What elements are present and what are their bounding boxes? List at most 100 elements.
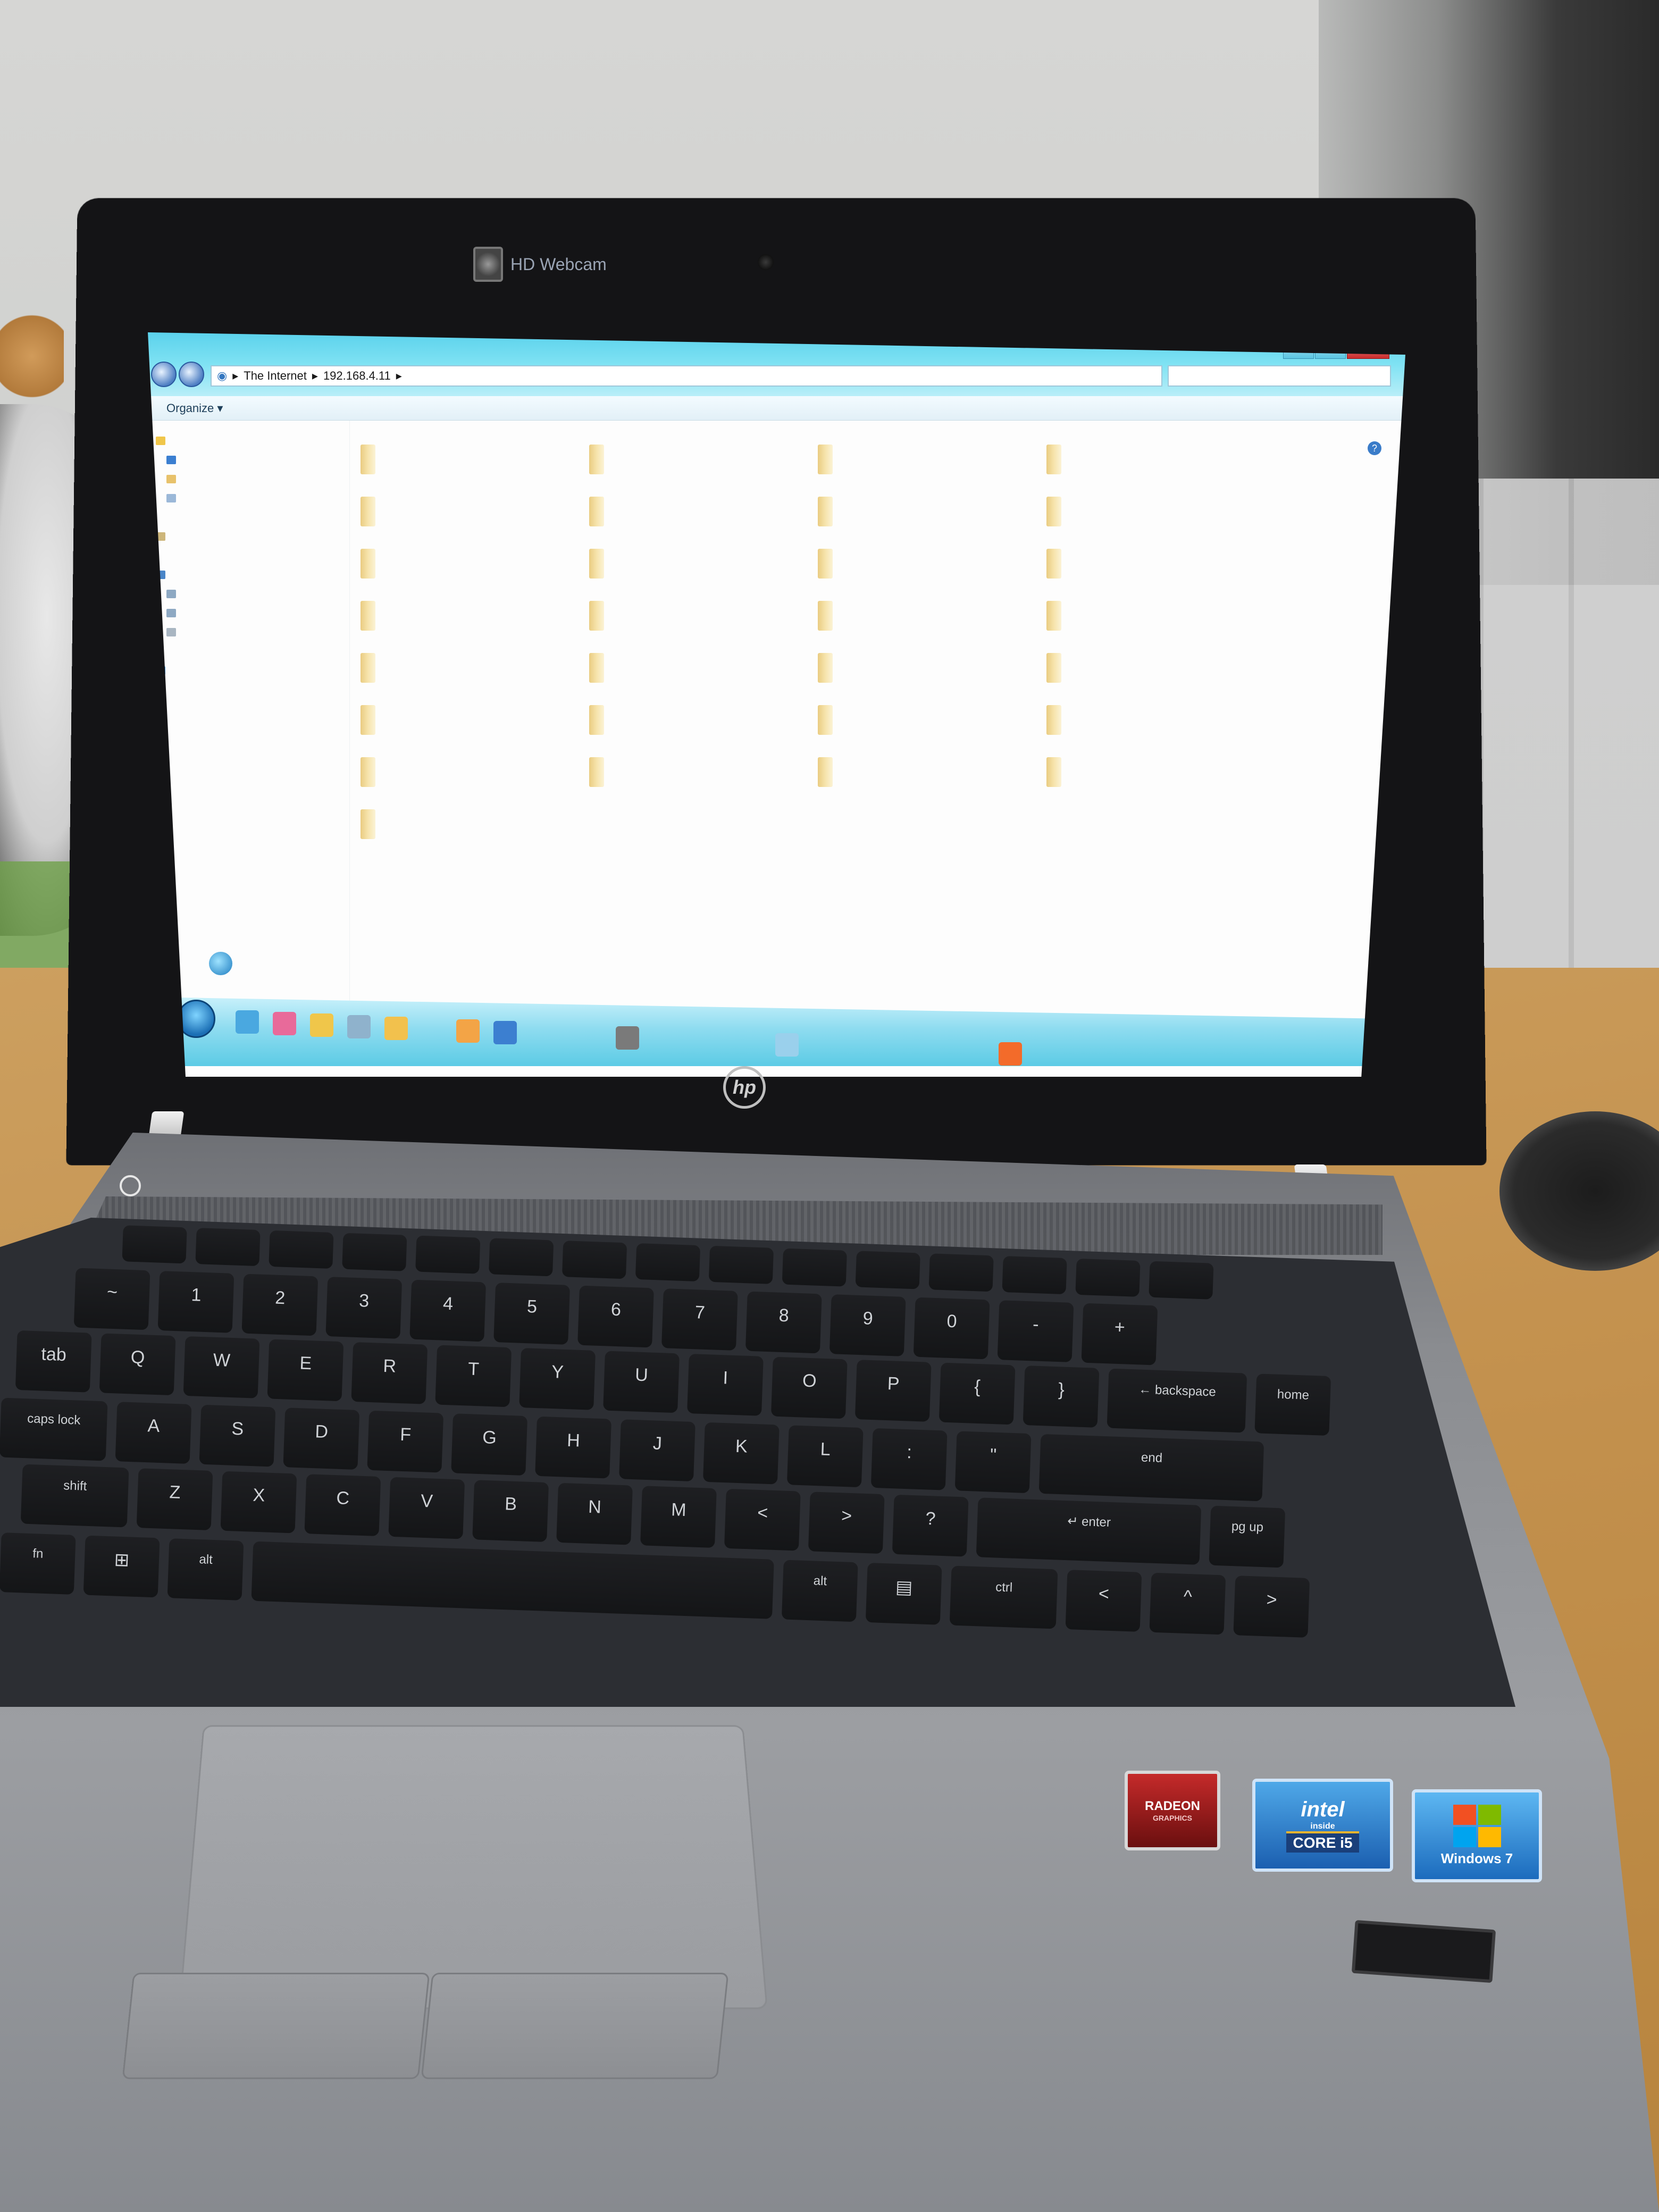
key[interactable]: H xyxy=(535,1416,611,1479)
folder-item[interactable] xyxy=(1046,642,1270,694)
key[interactable]: U xyxy=(603,1351,680,1413)
folder-item[interactable] xyxy=(818,694,1041,746)
arrow-up-key[interactable]: ^ xyxy=(1149,1572,1226,1635)
key[interactable] xyxy=(1149,1261,1214,1300)
key[interactable] xyxy=(415,1235,481,1274)
key[interactable] xyxy=(122,1225,187,1264)
key[interactable]: ? xyxy=(892,1494,969,1557)
key[interactable]: X xyxy=(220,1471,297,1534)
key[interactable]: Y xyxy=(519,1347,596,1410)
key[interactable]: G xyxy=(451,1413,528,1476)
tab-key[interactable]: tab xyxy=(15,1330,92,1393)
key[interactable]: S xyxy=(199,1404,276,1467)
home-key[interactable]: home xyxy=(1254,1373,1331,1436)
folder-item[interactable] xyxy=(589,642,812,694)
key[interactable] xyxy=(708,1245,774,1284)
key[interactable] xyxy=(635,1243,701,1282)
folder-item[interactable] xyxy=(1046,433,1270,485)
folder-item[interactable] xyxy=(361,746,584,798)
folder-item[interactable] xyxy=(818,590,1041,642)
folder-item[interactable] xyxy=(589,485,812,538)
address-segment-internet[interactable]: The Internet xyxy=(244,369,307,383)
key[interactable]: E xyxy=(267,1339,344,1402)
key[interactable]: " xyxy=(954,1431,1032,1494)
folder-item[interactable] xyxy=(361,642,584,694)
key[interactable]: N xyxy=(556,1482,633,1545)
folder-item[interactable] xyxy=(589,590,812,642)
key[interactable]: 5 xyxy=(493,1283,571,1345)
key[interactable]: : xyxy=(870,1428,948,1490)
key[interactable]: 0 xyxy=(913,1297,990,1360)
key[interactable] xyxy=(1075,1258,1141,1297)
key[interactable] xyxy=(1002,1256,1067,1295)
folder-item[interactable] xyxy=(589,746,812,798)
key[interactable]: } xyxy=(1023,1365,1100,1428)
key[interactable]: P xyxy=(854,1360,932,1422)
key[interactable]: F xyxy=(367,1410,444,1473)
key[interactable]: - xyxy=(997,1300,1074,1362)
taskbar-app-icon[interactable] xyxy=(384,1017,408,1040)
taskbar-app-icon[interactable] xyxy=(616,1026,639,1050)
key[interactable] xyxy=(489,1238,554,1277)
touchpad[interactable] xyxy=(179,1725,768,2009)
touchpad-right-button[interactable] xyxy=(421,1973,729,2079)
key[interactable]: J xyxy=(619,1419,696,1482)
key[interactable]: B xyxy=(472,1480,549,1543)
key[interactable]: 4 xyxy=(409,1279,487,1342)
key[interactable]: + xyxy=(1081,1303,1158,1365)
folder-item[interactable] xyxy=(361,694,584,746)
key[interactable]: Q xyxy=(99,1333,176,1396)
folder-item[interactable] xyxy=(1046,590,1270,642)
right-ctrl-key[interactable]: ctrl xyxy=(949,1565,1058,1629)
taskbar-media-icon[interactable] xyxy=(347,1015,371,1038)
key[interactable]: 3 xyxy=(325,1277,403,1339)
nav-item-data-disk[interactable] xyxy=(148,604,349,623)
desktop-shortcut-icon[interactable] xyxy=(209,952,232,975)
folder-item[interactable] xyxy=(1046,694,1270,746)
folder-item[interactable] xyxy=(818,642,1041,694)
folder-item[interactable] xyxy=(361,485,584,538)
fn-key[interactable]: fn xyxy=(0,1532,76,1595)
folder-item[interactable] xyxy=(1046,746,1270,798)
key[interactable]: 9 xyxy=(829,1294,906,1356)
key[interactable]: { xyxy=(939,1362,1016,1425)
key[interactable]: T xyxy=(435,1345,512,1407)
key[interactable]: V xyxy=(388,1477,465,1539)
key[interactable]: D xyxy=(283,1407,360,1470)
key[interactable] xyxy=(195,1228,261,1267)
key[interactable]: C xyxy=(304,1474,381,1537)
key[interactable]: Z xyxy=(136,1468,213,1530)
nav-item-network[interactable] xyxy=(148,661,349,680)
search-input[interactable] xyxy=(1168,365,1391,387)
backspace-key[interactable]: ← backspace xyxy=(1107,1368,1247,1433)
caps-lock-key[interactable]: caps lock xyxy=(0,1397,108,1461)
arrow-left-key[interactable]: < xyxy=(1065,1570,1142,1632)
key[interactable] xyxy=(269,1230,334,1269)
nav-item-computer[interactable] xyxy=(148,565,349,584)
key[interactable] xyxy=(928,1253,994,1292)
folder-item[interactable] xyxy=(589,694,812,746)
folder-item[interactable] xyxy=(589,433,812,485)
key[interactable]: 1 xyxy=(157,1271,234,1333)
enter-key[interactable]: ↵ enter xyxy=(976,1497,1202,1565)
folder-item[interactable] xyxy=(818,538,1041,590)
windows-key[interactable]: ⊞ xyxy=(83,1535,160,1598)
nav-item-favorites[interactable] xyxy=(148,431,349,450)
folder-item[interactable] xyxy=(361,538,584,590)
key[interactable]: A xyxy=(115,1402,192,1464)
taskbar-app-icon[interactable] xyxy=(273,1012,296,1035)
taskbar-ie-icon[interactable] xyxy=(236,1010,259,1034)
key[interactable]: W xyxy=(183,1336,260,1398)
taskbar-chrome-icon[interactable] xyxy=(456,1019,480,1043)
key[interactable] xyxy=(782,1248,847,1287)
key[interactable]: ~ xyxy=(73,1268,150,1330)
left-shift-key[interactable]: shift xyxy=(20,1464,129,1528)
nav-item-recent-places[interactable] xyxy=(148,489,349,508)
nav-item-desktop[interactable] xyxy=(148,450,349,470)
organize-button[interactable]: Organize ▾ xyxy=(166,401,223,415)
taskbar-app-icon[interactable] xyxy=(493,1021,517,1044)
taskbar-app-icon[interactable] xyxy=(775,1033,799,1057)
menu-key[interactable]: ▤ xyxy=(865,1562,942,1625)
folder-item[interactable] xyxy=(361,798,584,850)
fingerprint-reader[interactable] xyxy=(1351,1920,1496,1983)
